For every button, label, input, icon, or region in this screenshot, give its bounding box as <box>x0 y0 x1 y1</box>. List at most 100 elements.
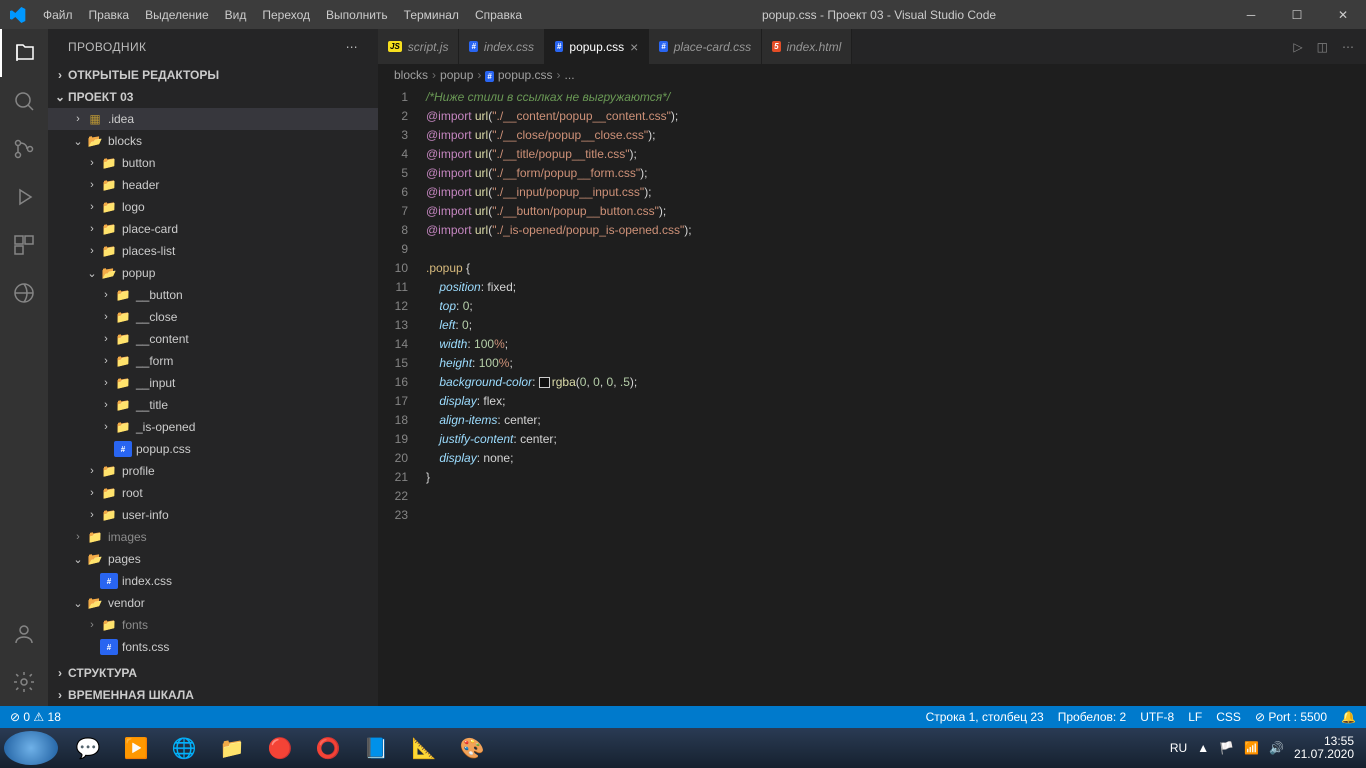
taskbar-app-opera[interactable]: ⭕ <box>304 730 352 766</box>
tree-item-vendor[interactable]: ⌄📂vendor <box>48 592 378 614</box>
tab-more-icon[interactable]: ⋯ <box>1342 40 1354 54</box>
status-eol[interactable]: LF <box>1188 710 1202 724</box>
debug-icon[interactable] <box>0 173 48 221</box>
taskbar-app-paint[interactable]: 🎨 <box>448 730 496 766</box>
menu-Переход[interactable]: Переход <box>254 2 318 28</box>
tab-index.html[interactable]: 5index.html <box>762 29 852 64</box>
tray-volume-icon[interactable]: 🔊 <box>1269 741 1284 755</box>
tree-item-button[interactable]: ›📁button <box>48 152 378 174</box>
taskbar-app-viber[interactable]: 💬 <box>64 730 112 766</box>
tab-index.css[interactable]: #index.css <box>459 29 544 64</box>
status-bar: ⊘ 0 ⚠ 18 Строка 1, столбец 23 Пробелов: … <box>0 706 1366 728</box>
code-editor[interactable]: 1234567891011121314151617181920212223 /*… <box>378 86 1366 706</box>
tree-item-__close[interactable]: ›📁__close <box>48 306 378 328</box>
status-encoding[interactable]: UTF-8 <box>1140 710 1174 724</box>
activity-bar <box>0 29 48 706</box>
tree-item-index.css[interactable]: #index.css <box>48 570 378 592</box>
liveserver-icon[interactable] <box>0 269 48 317</box>
tree-item-popup[interactable]: ⌄📂popup <box>48 262 378 284</box>
tree-item-fonts.css[interactable]: #fonts.css <box>48 636 378 658</box>
tray-chevron-icon[interactable]: ▲ <box>1197 741 1209 755</box>
tab-script.js[interactable]: JSscript.js <box>378 29 459 64</box>
tray-language[interactable]: RU <box>1170 741 1187 755</box>
menu-Вид[interactable]: Вид <box>217 2 255 28</box>
split-editor-icon[interactable]: ◫ <box>1317 40 1328 54</box>
status-cursor-position[interactable]: Строка 1, столбец 23 <box>926 710 1044 724</box>
status-liveserver[interactable]: ⊘ Port : 5500 <box>1255 710 1327 724</box>
menu-Файл[interactable]: Файл <box>35 2 81 28</box>
editor-tabs: JSscript.js#index.css#popup.css×#place-c… <box>378 29 1366 64</box>
tree-item-fonts[interactable]: ›📁fonts <box>48 614 378 636</box>
explorer-icon[interactable] <box>0 29 48 77</box>
tree-item-user-info[interactable]: ›📁user-info <box>48 504 378 526</box>
taskbar-app-word[interactable]: 📘 <box>352 730 400 766</box>
taskbar-app-ie[interactable]: 🌐 <box>160 730 208 766</box>
section-project[interactable]: ⌄ПРОЕКТ 03 <box>48 86 378 108</box>
sidebar-title: ПРОВОДНИК <box>68 40 146 54</box>
tree-item-header[interactable]: ›📁header <box>48 174 378 196</box>
tree-item-blocks[interactable]: ⌄📂blocks <box>48 130 378 152</box>
code-content[interactable]: /*Ниже стили в ссылках не выгружаются*/@… <box>426 86 1366 706</box>
section-open-editors[interactable]: ›ОТКРЫТЫЕ РЕДАКТОРЫ <box>48 64 378 86</box>
breadcrumbs[interactable]: blocks›popup›#popup.css›... <box>378 64 1366 86</box>
tree-item-profile[interactable]: ›📁profile <box>48 460 378 482</box>
tree-item-images[interactable]: ›📁images <box>48 526 378 548</box>
run-icon[interactable]: ▷ <box>1293 40 1302 54</box>
tree-item-_is-opened[interactable]: ›📁_is-opened <box>48 416 378 438</box>
menu-Выделение[interactable]: Выделение <box>137 2 217 28</box>
tray-clock[interactable]: 13:55 21.07.2020 <box>1294 735 1354 761</box>
tree-item-logo[interactable]: ›📁logo <box>48 196 378 218</box>
line-gutter: 1234567891011121314151617181920212223 <box>378 86 426 706</box>
search-icon[interactable] <box>0 77 48 125</box>
tree-item-root[interactable]: ›📁root <box>48 482 378 504</box>
taskbar-app-vscode[interactable]: 📐 <box>400 730 448 766</box>
minimize-button[interactable]: ─ <box>1228 0 1274 29</box>
extensions-icon[interactable] <box>0 221 48 269</box>
tab-close-icon[interactable]: × <box>630 39 638 55</box>
tree-item-pages[interactable]: ⌄📂pages <box>48 548 378 570</box>
tab-place-card.css[interactable]: #place-card.css <box>649 29 762 64</box>
tray-network-icon[interactable]: 📶 <box>1244 741 1259 755</box>
accounts-icon[interactable] <box>0 610 48 658</box>
status-spaces[interactable]: Пробелов: 2 <box>1058 710 1127 724</box>
status-errors[interactable]: ⊘ 0 ⚠ 18 <box>10 710 61 724</box>
status-language[interactable]: CSS <box>1216 710 1241 724</box>
breadcrumb-blocks[interactable]: blocks <box>394 68 428 82</box>
maximize-button[interactable]: ☐ <box>1274 0 1320 29</box>
tray-flag-icon[interactable]: 🏳️ <box>1219 741 1234 755</box>
editor-area: JSscript.js#index.css#popup.css×#place-c… <box>378 29 1366 706</box>
file-tree: ›▦.idea⌄📂blocks›📁button›📁header›📁logo›📁p… <box>48 108 378 662</box>
menu-Выполнить[interactable]: Выполнить <box>318 2 396 28</box>
menu-bar: ФайлПравкаВыделениеВидПереходВыполнитьТе… <box>35 2 530 28</box>
titlebar: ФайлПравкаВыделениеВидПереходВыполнитьТе… <box>0 0 1366 29</box>
settings-gear-icon[interactable] <box>0 658 48 706</box>
sidebar-more-icon[interactable]: ⋯ <box>346 40 358 54</box>
source-control-icon[interactable] <box>0 125 48 173</box>
tree-item-__form[interactable]: ›📁__form <box>48 350 378 372</box>
sidebar-explorer: ПРОВОДНИК ⋯ ›ОТКРЫТЫЕ РЕДАКТОРЫ ⌄ПРОЕКТ … <box>48 29 378 706</box>
tree-item-place-card[interactable]: ›📁place-card <box>48 218 378 240</box>
status-notifications-icon[interactable]: 🔔 <box>1341 710 1356 724</box>
windows-taskbar: 💬 ▶️ 🌐 📁 🔴 ⭕ 📘 📐 🎨 RU ▲ 🏳️ 📶 🔊 13:55 21.… <box>0 728 1366 768</box>
tree-item-popup.css[interactable]: #popup.css <box>48 438 378 460</box>
breadcrumb-popup.css[interactable]: #popup.css <box>485 68 552 82</box>
tree-item-__input[interactable]: ›📁__input <box>48 372 378 394</box>
tab-popup.css[interactable]: #popup.css× <box>545 29 649 64</box>
taskbar-app-explorer[interactable]: 📁 <box>208 730 256 766</box>
section-outline[interactable]: ›СТРУКТУРА <box>48 662 378 684</box>
tree-item-__button[interactable]: ›📁__button <box>48 284 378 306</box>
tree-item-.idea[interactable]: ›▦.idea <box>48 108 378 130</box>
section-timeline[interactable]: ›ВРЕМЕННАЯ ШКАЛА <box>48 684 378 706</box>
close-button[interactable]: ✕ <box>1320 0 1366 29</box>
tree-item-__title[interactable]: ›📁__title <box>48 394 378 416</box>
start-button[interactable] <box>4 731 58 765</box>
tree-item-__content[interactable]: ›📁__content <box>48 328 378 350</box>
taskbar-app-media[interactable]: ▶️ <box>112 730 160 766</box>
menu-Справка[interactable]: Справка <box>467 2 530 28</box>
breadcrumb-...[interactable]: ... <box>565 68 575 82</box>
menu-Правка[interactable]: Правка <box>81 2 138 28</box>
breadcrumb-popup[interactable]: popup <box>440 68 473 82</box>
tree-item-places-list[interactable]: ›📁places-list <box>48 240 378 262</box>
menu-Терминал[interactable]: Терминал <box>396 2 467 28</box>
taskbar-app-chrome[interactable]: 🔴 <box>256 730 304 766</box>
